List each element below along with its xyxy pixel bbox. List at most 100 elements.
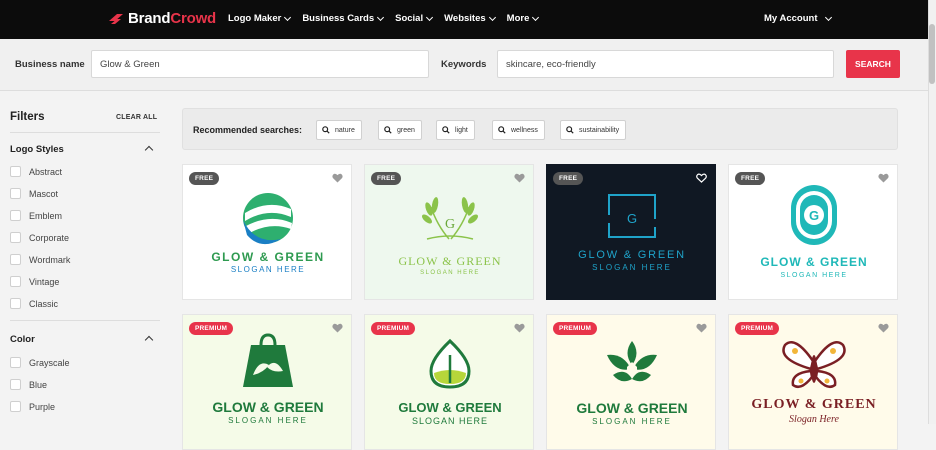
heart-icon[interactable] [878, 323, 889, 333]
search-icon [566, 126, 574, 134]
chevron-down-icon [488, 13, 496, 21]
logo-preview-image: GLOW & GREEN SLOGAN HERE [547, 315, 715, 449]
logo-slogan-text: SLOGAN HERE [592, 263, 672, 272]
logo-slogan-text: SLOGAN HERE [780, 272, 847, 279]
chevron-down-icon [377, 13, 385, 21]
scrollbar-thumb[interactable] [929, 24, 935, 84]
chevron-up-icon[interactable] [144, 145, 154, 155]
top-navigation: BrandCrowd Logo Maker Business Cards Soc… [0, 0, 936, 39]
divider [10, 320, 160, 321]
nav-business-cards[interactable]: Business Cards [302, 13, 385, 24]
main-menu: Logo Maker Business Cards Social Website… [228, 13, 550, 24]
logo-card[interactable]: G GLOW & GREEN SLOGAN HERE FREE [728, 164, 898, 300]
my-account-menu[interactable]: My Account [764, 13, 833, 24]
nav-more[interactable]: More [507, 13, 540, 24]
brandcrowd-mark-icon [109, 13, 123, 24]
logo-preview-image: G GLOW & GREEN SLOGAN HERE [365, 165, 533, 299]
logo-card[interactable]: GLOW & GREEN SLOGAN HERE PREMIUM [546, 314, 716, 450]
divider [10, 132, 160, 133]
logo-slogan-text: Slogan Here [789, 414, 839, 425]
logo-slogan-text: SLOGAN HERE [420, 270, 480, 276]
filter-emblem[interactable]: Emblem [10, 210, 62, 221]
free-badge: FREE [371, 172, 402, 185]
premium-badge: PREMIUM [371, 322, 416, 335]
chip-sustainability[interactable]: sustainability [560, 120, 627, 140]
search-icon [498, 126, 506, 134]
logo-card[interactable]: GLOW & GREEN SLOGAN HERE PREMIUM [182, 314, 352, 450]
checkbox[interactable] [10, 254, 21, 265]
filter-classic[interactable]: Classic [10, 298, 58, 309]
chip-nature[interactable]: nature [316, 120, 362, 140]
logo-preview-image: G GLOW & GREEN SLOGAN HERE [760, 185, 867, 279]
logo-title-text: GLOW & GREEN [576, 400, 687, 416]
chip-green[interactable]: green [378, 120, 422, 140]
chevron-up-icon[interactable] [144, 335, 154, 345]
logo-title-text: GLOW & GREEN [398, 254, 501, 268]
logo-title-text: GLOW & GREEN [578, 249, 686, 261]
logo-card[interactable]: GLOW & GREEN Slogan Here PREMIUM [728, 314, 898, 450]
chip-wellness[interactable]: wellness [492, 120, 545, 140]
logo-preview-image: G GLOW & GREEN SLOGAN HERE [547, 165, 715, 299]
heart-icon[interactable] [514, 173, 525, 183]
heart-outline-icon[interactable] [696, 173, 707, 183]
filter-vintage[interactable]: Vintage [10, 276, 59, 287]
heart-icon[interactable] [332, 173, 343, 183]
search-icon [384, 126, 392, 134]
clear-all-link[interactable]: CLEAR ALL [116, 114, 157, 121]
checkbox[interactable] [10, 166, 21, 177]
logo-card[interactable]: G GLOW & GREEN SLOGAN HERE FREE [364, 164, 534, 300]
premium-badge: PREMIUM [553, 322, 598, 335]
filter-blue[interactable]: Blue [10, 379, 47, 390]
checkbox[interactable] [10, 276, 21, 287]
recommended-searches: Recommended searches: nature green light… [182, 108, 898, 150]
heart-icon[interactable] [514, 323, 525, 333]
logo-preview-image: GLOW & GREEN Slogan Here [729, 315, 897, 449]
nav-social[interactable]: Social [395, 13, 434, 24]
filter-corporate[interactable]: Corporate [10, 232, 69, 243]
logo-card[interactable]: GLOW & GREEN SLOGAN HERE FREE [182, 164, 352, 300]
heart-icon[interactable] [696, 323, 707, 333]
checkbox[interactable] [10, 379, 21, 390]
checkbox[interactable] [10, 210, 21, 221]
checkbox[interactable] [10, 298, 21, 309]
filter-purple[interactable]: Purple [10, 401, 55, 412]
logo-title-text: GLOW & GREEN [751, 397, 876, 412]
search-bar: Business name Glow & Green Keywords skin… [0, 39, 928, 91]
logo-card[interactable]: GLOW & GREEN SLOGAN HERE PREMIUM [364, 314, 534, 450]
business-name-label: Business name [15, 59, 85, 70]
heart-icon[interactable] [878, 173, 889, 183]
premium-badge: PREMIUM [189, 322, 234, 335]
logo-slogan-text: SLOGAN HERE [412, 416, 488, 426]
logo-card[interactable]: G GLOW & GREEN SLOGAN HERE FREE [546, 164, 716, 300]
logo-monogram-text: G [445, 217, 455, 232]
heart-icon[interactable] [332, 323, 343, 333]
keywords-label: Keywords [441, 59, 487, 70]
filters-title: Filters [10, 111, 45, 123]
checkbox[interactable] [10, 188, 21, 199]
filter-wordmark[interactable]: Wordmark [10, 254, 70, 265]
brand-name-part2: Crowd [170, 10, 217, 27]
search-button[interactable]: SEARCH [846, 50, 900, 78]
free-badge: FREE [553, 172, 584, 185]
chip-light[interactable]: light [436, 120, 475, 140]
checkbox[interactable] [10, 401, 21, 412]
filter-abstract[interactable]: Abstract [10, 166, 62, 177]
logo-slogan-text: SLOGAN HERE [231, 265, 305, 274]
page-scrollbar[interactable] [928, 0, 936, 424]
free-badge: FREE [735, 172, 766, 185]
brand-logo[interactable]: BrandCrowd [108, 10, 216, 27]
search-icon [442, 126, 450, 134]
keywords-input[interactable]: skincare, eco-friendly [497, 50, 834, 78]
filter-grayscale[interactable]: Grayscale [10, 357, 70, 368]
filter-mascot[interactable]: Mascot [10, 188, 58, 199]
business-name-input[interactable]: Glow & Green [91, 50, 429, 78]
logo-styles-title: Logo Styles [10, 144, 64, 155]
recommended-label: Recommended searches: [193, 125, 303, 135]
checkbox[interactable] [10, 357, 21, 368]
logo-preview-image: GLOW & GREEN SLOGAN HERE [183, 315, 351, 449]
nav-websites[interactable]: Websites [444, 13, 496, 24]
checkbox[interactable] [10, 232, 21, 243]
nav-logo-maker[interactable]: Logo Maker [228, 13, 292, 24]
color-title: Color [10, 334, 35, 345]
brand-name-part1: Brand [128, 10, 171, 27]
